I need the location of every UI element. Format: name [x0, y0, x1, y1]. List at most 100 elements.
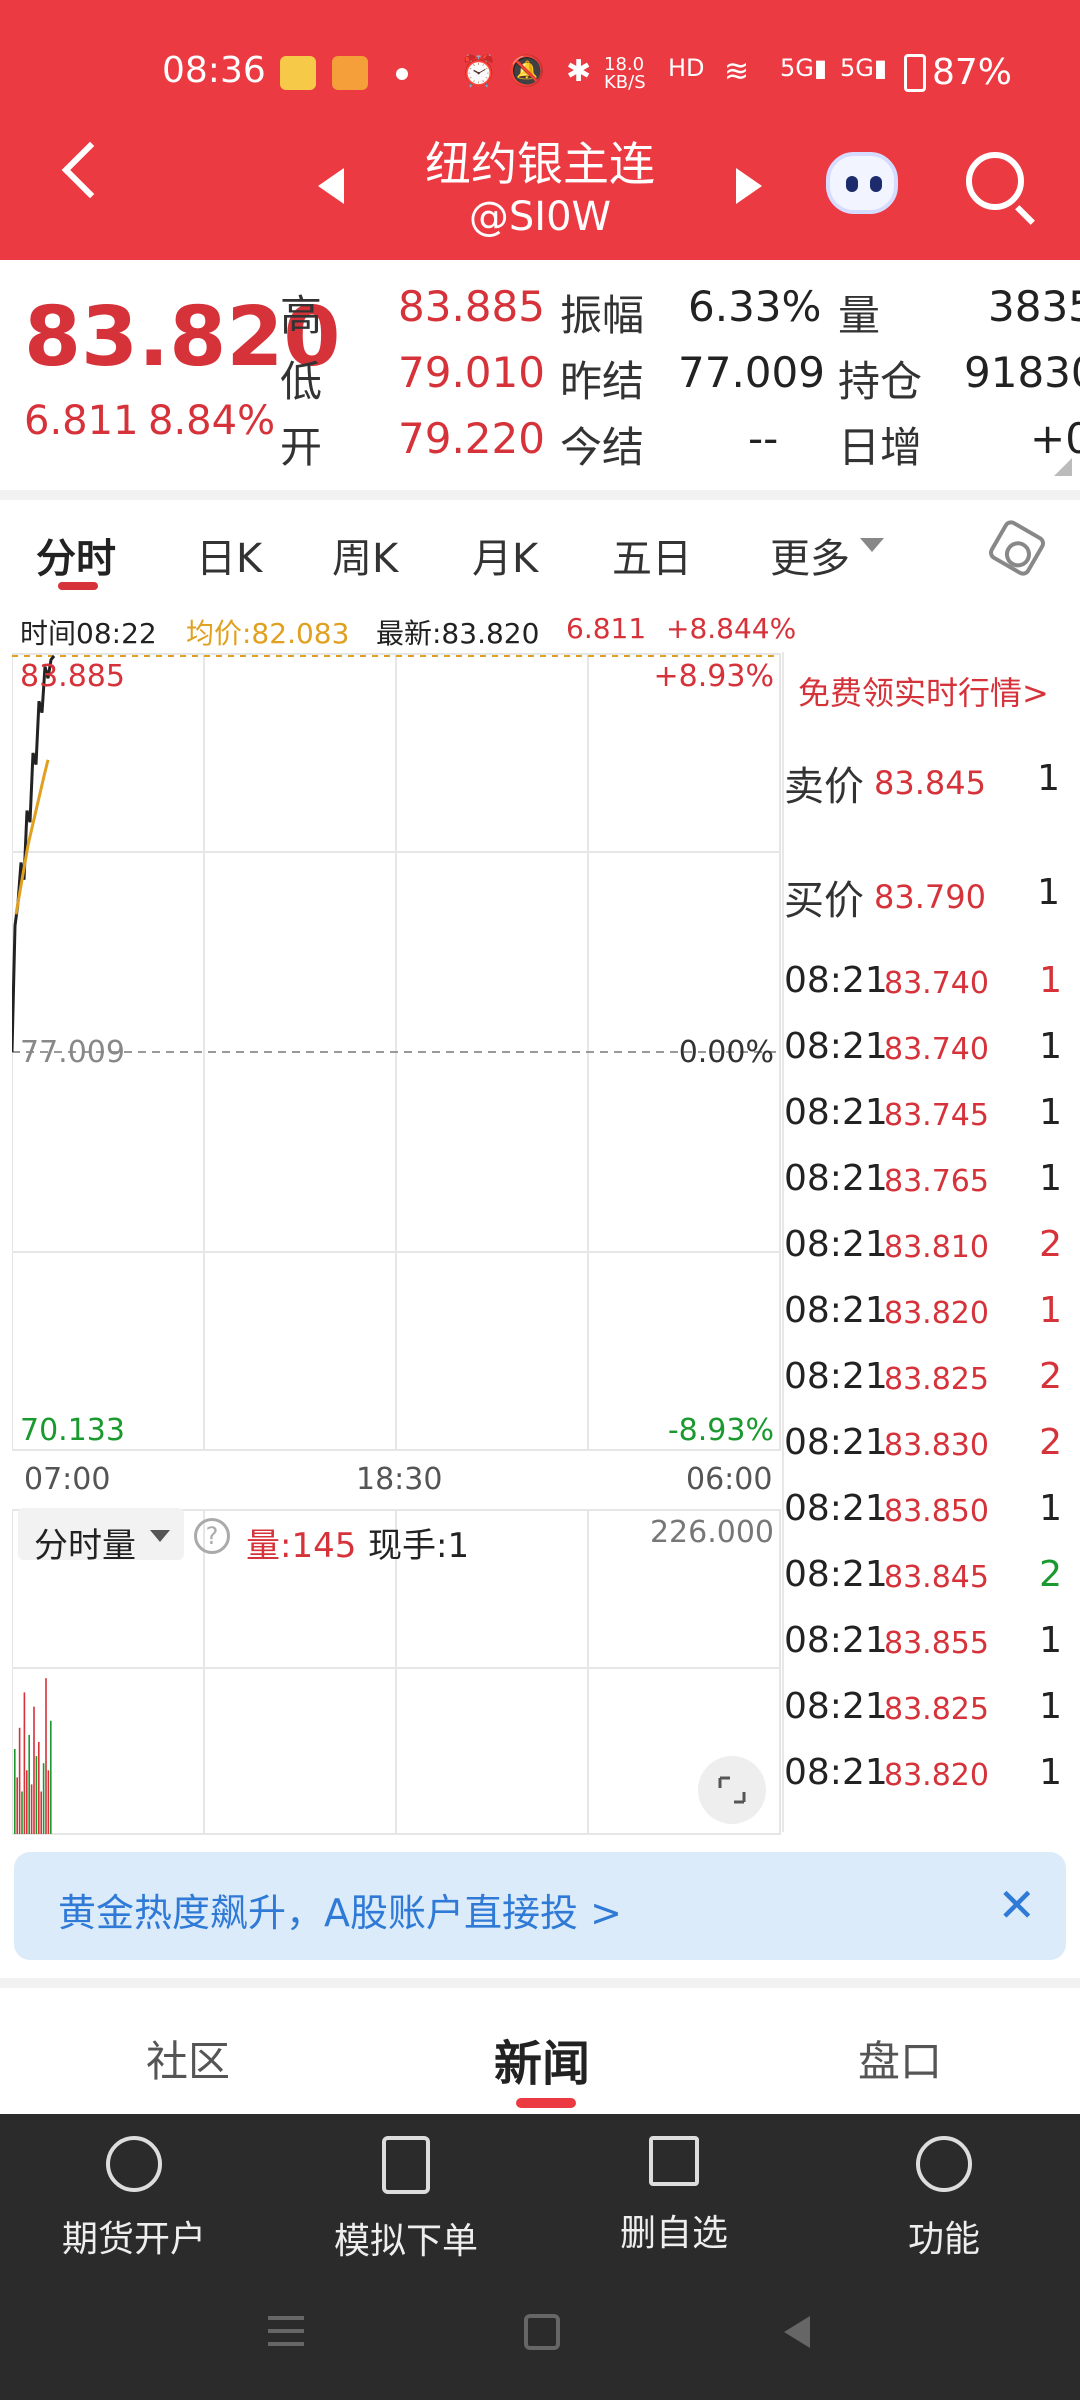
gauge-icon [106, 2136, 162, 2192]
fullscreen-button[interactable] [698, 1756, 766, 1824]
simulated-order-button[interactable]: 模拟下单 [306, 2136, 506, 2264]
tab-daily-k[interactable]: 日K [196, 526, 262, 584]
remove-watchlist-label: 删自选 [619, 2213, 728, 2254]
info-change: 6.811 [566, 612, 647, 645]
trade-time: 08:21 [784, 1620, 888, 1661]
trade-qty: 1 [1039, 1026, 1062, 1067]
minus-box-icon [649, 2136, 699, 2186]
promo-banner[interactable]: 黄金热度飙升，A股账户直接投 > ✕ [14, 1852, 1066, 1960]
functions-button[interactable]: 功能 [844, 2136, 1044, 2262]
trade-qty: 1 [1039, 1752, 1062, 1793]
chart-top-price: 83.885 [20, 659, 125, 694]
content-tabs: 社区 新闻 盘口 [0, 1994, 1080, 2114]
volume-selector-label: 分时量 [34, 1526, 136, 1566]
trade-time: 08:21 [784, 1158, 888, 1199]
chart-info-bar: 时间08:22 均价:82.083 最新:83.820 6.811 +8.844… [0, 606, 1080, 650]
x-label-end: 06:00 [686, 1462, 773, 1497]
trade-time: 08:21 [784, 1554, 888, 1595]
notification-dot-icon [396, 68, 408, 80]
volume-bar [14, 1749, 16, 1834]
expand-corner-icon[interactable] [1054, 458, 1072, 476]
x-label-mid: 18:30 [356, 1462, 443, 1497]
tab-timeshare[interactable]: 分时 [36, 526, 116, 584]
menu-circle-icon [916, 2136, 972, 2192]
tab-weekly-k[interactable]: 周K [332, 526, 398, 584]
chevron-down-icon[interactable] [860, 538, 884, 552]
trade-qty: 2 [1039, 1554, 1062, 1595]
volume-bar [50, 1720, 52, 1834]
volume-bar [21, 1791, 23, 1834]
buy-qty: 1 [1037, 872, 1060, 913]
trade-row: 08:21 83.855 1 [784, 1608, 1066, 1674]
chart-bottom-price: 70.133 [20, 1413, 125, 1448]
tab-news[interactable]: 新闻 [494, 2024, 590, 2094]
trade-row: 08:21 83.820 1 [784, 1740, 1066, 1806]
chart-top-pct: +8.93% [654, 659, 774, 694]
volume-bar [33, 1706, 35, 1834]
divider [0, 1978, 1080, 1988]
trade-time: 08:21 [784, 1026, 888, 1067]
chart-tabs: 分时 日K 周K 月K 五日 更多 [0, 502, 1080, 594]
volume-bar [30, 1784, 33, 1834]
trade-time: 08:21 [784, 960, 888, 1001]
open-interest-label: 持仓 [838, 357, 923, 406]
trade-time: 08:21 [784, 1488, 888, 1529]
tab-community[interactable]: 社区 [146, 2028, 230, 2089]
trade-qty: 1 [1039, 1620, 1062, 1661]
trade-row: 08:21 83.765 1 [784, 1146, 1066, 1212]
close-icon[interactable]: ✕ [997, 1878, 1036, 1932]
functions-label: 功能 [907, 2219, 980, 2260]
chart-mid-price: 77.009 [20, 1035, 125, 1070]
volume-bar [16, 1777, 18, 1834]
next-contract-icon[interactable] [736, 168, 762, 204]
trade-price: 83.820 [884, 1296, 989, 1331]
futures-account-label: 期货开户 [61, 2219, 206, 2260]
tab-five-day[interactable]: 五日 [612, 526, 692, 584]
robot-assistant-icon[interactable] [826, 152, 898, 214]
open-interest-value: 91830 [964, 348, 1080, 397]
signal-icon: 5G▮ [780, 54, 828, 82]
tab-order-book[interactable]: 盘口 [858, 2028, 942, 2089]
trade-qty: 1 [1039, 960, 1062, 1001]
tab-monthly-k[interactable]: 月K [472, 526, 538, 584]
trade-time: 08:21 [784, 1686, 888, 1727]
trade-row: 08:21 83.740 1 [784, 1014, 1066, 1080]
volume-label: 量 [838, 291, 881, 340]
battery-percent: 87% [932, 52, 1013, 93]
header-bar: 08:36 ⏰ 🔕 ✱ 18.0 KB/S HD ≋ 5G▮ 5G▮ 87% 纽… [0, 0, 1080, 260]
alarm-icon: ⏰ [460, 54, 498, 89]
sell-qty: 1 [1037, 758, 1060, 799]
help-icon[interactable]: ? [194, 1518, 230, 1554]
trade-price: 83.765 [884, 1164, 989, 1199]
volume-bar [40, 1791, 42, 1834]
futures-account-button[interactable]: 期货开户 [34, 2136, 234, 2262]
chart-bottom-pct: -8.93% [668, 1413, 774, 1448]
realtime-quote-link[interactable]: 免费领实时行情> [798, 668, 1049, 714]
info-change-pct: +8.844% [666, 612, 797, 645]
search-icon[interactable] [966, 152, 1024, 210]
trade-row: 08:21 83.830 2 [784, 1410, 1066, 1476]
price-change: 6.811 [24, 398, 139, 444]
prev-settle-value: 77.009 [678, 348, 825, 397]
trade-row: 08:21 83.740 1 [784, 948, 1066, 1014]
amplitude-label: 振幅 [560, 291, 645, 340]
system-back-icon[interactable] [784, 2316, 810, 2348]
home-icon[interactable] [524, 2314, 560, 2350]
trade-price: 83.825 [884, 1362, 989, 1397]
amplitude-value: 6.33% [688, 282, 822, 331]
page-subtitle: @SI0W [468, 194, 612, 240]
trade-price: 83.850 [884, 1494, 989, 1529]
promo-text[interactable]: 黄金热度飙升，A股账户直接投 > [58, 1882, 622, 1937]
trade-qty: 1 [1039, 1290, 1062, 1331]
back-arrow-icon[interactable] [61, 141, 119, 199]
sell-row: 卖价 83.845 1 [782, 724, 1064, 836]
info-average: 均价:82.083 [186, 617, 350, 650]
x-label-start: 07:00 [24, 1462, 111, 1497]
page-title: 纽约银主连 [425, 137, 655, 191]
high-value: 83.885 [398, 282, 545, 331]
remove-watchlist-button[interactable]: 删自选 [574, 2136, 774, 2256]
trade-row: 08:21 83.820 1 [784, 1278, 1066, 1344]
recent-apps-icon[interactable] [268, 2316, 304, 2346]
intraday-chart[interactable]: 83.885 +8.93% 77.009 0.00% 70.133 -8.93% [12, 652, 782, 1452]
tab-more[interactable]: 更多 [770, 526, 850, 584]
